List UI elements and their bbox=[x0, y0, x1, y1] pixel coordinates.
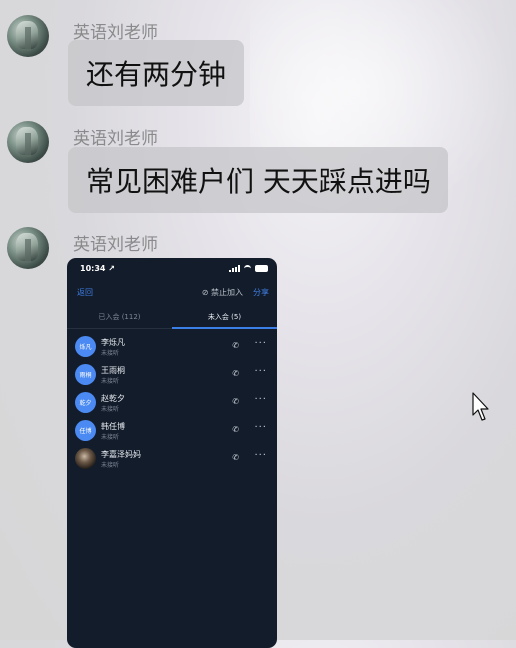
phone-icon[interactable]: ✆ bbox=[232, 425, 239, 434]
message-bubble[interactable]: 还有两分钟 bbox=[68, 40, 244, 106]
phone-icon[interactable]: ✆ bbox=[232, 453, 239, 462]
more-icon[interactable]: ··· bbox=[254, 366, 267, 377]
member-avatar: 乾夕 bbox=[75, 392, 96, 413]
member-status: 未接听 bbox=[101, 406, 120, 413]
signal-icon bbox=[229, 265, 240, 272]
member-row[interactable]: 李嘉泽妈妈 未接听 ✆ ··· bbox=[75, 448, 267, 470]
battery-icon bbox=[255, 265, 268, 272]
member-status: 未接听 bbox=[101, 378, 120, 385]
sender-avatar[interactable] bbox=[7, 227, 49, 269]
member-row[interactable]: 烁凡 李烁凡 未接听 ✆ ··· bbox=[75, 336, 267, 358]
status-time: 10:34 ↗ bbox=[80, 264, 115, 273]
sender-avatar[interactable] bbox=[7, 121, 49, 163]
phone-icon[interactable]: ✆ bbox=[232, 397, 239, 406]
more-icon[interactable]: ··· bbox=[254, 338, 267, 349]
member-name: 李嘉泽妈妈 bbox=[101, 450, 141, 459]
wifi-icon bbox=[244, 265, 251, 272]
member-name: 韩任博 bbox=[101, 422, 125, 431]
tab-not-joined[interactable]: 未入会 (5) bbox=[172, 306, 277, 329]
message-bubble[interactable]: 常见困难户们 天天踩点进吗 bbox=[68, 147, 448, 213]
ban-join-label: 禁止加入 bbox=[211, 288, 243, 297]
status-icons bbox=[229, 265, 268, 272]
member-row[interactable]: 雨桐 王雨桐 未接听 ✆ ··· bbox=[75, 364, 267, 386]
member-avatar: 任博 bbox=[75, 420, 96, 441]
share-link[interactable]: 分享 bbox=[253, 287, 269, 298]
member-status: 未接听 bbox=[101, 350, 120, 357]
member-name: 王雨桐 bbox=[101, 366, 125, 375]
phone-nav-bar: 返回 ⊘ 禁止加入 分享 bbox=[77, 287, 269, 298]
more-icon[interactable]: ··· bbox=[254, 422, 267, 433]
ban-join-toggle[interactable]: ⊘ 禁止加入 bbox=[202, 287, 243, 298]
sender-name: 英语刘老师 bbox=[73, 129, 158, 149]
member-status: 未接听 bbox=[101, 434, 120, 441]
more-icon[interactable]: ··· bbox=[254, 450, 267, 461]
member-name: 李烁凡 bbox=[101, 338, 125, 347]
member-status: 未接听 bbox=[101, 462, 120, 469]
more-icon[interactable]: ··· bbox=[254, 394, 267, 405]
phone-icon[interactable]: ✆ bbox=[232, 341, 239, 350]
member-avatar bbox=[75, 448, 96, 469]
phone-icon[interactable]: ✆ bbox=[232, 369, 239, 378]
lock-icon: ⊘ bbox=[201, 288, 209, 297]
member-row[interactable]: 乾夕 赵乾夕 未接听 ✆ ··· bbox=[75, 392, 267, 414]
mouse-cursor-icon bbox=[472, 392, 489, 421]
tab-joined[interactable]: 已入会 (112) bbox=[67, 306, 172, 328]
member-row[interactable]: 任博 韩任博 未接听 ✆ ··· bbox=[75, 420, 267, 442]
member-avatar: 烁凡 bbox=[75, 336, 96, 357]
member-avatar: 雨桐 bbox=[75, 364, 96, 385]
member-tabs: 已入会 (112) 未入会 (5) bbox=[67, 306, 277, 329]
sender-avatar[interactable] bbox=[7, 15, 49, 57]
sender-name: 英语刘老师 bbox=[73, 235, 158, 255]
screenshot-image-message[interactable]: 10:34 ↗ 返回 ⊘ 禁止加入 分享 已入会 (112) 未入会 (5) 烁… bbox=[67, 258, 277, 648]
back-link[interactable]: 返回 bbox=[77, 287, 202, 298]
member-name: 赵乾夕 bbox=[101, 394, 125, 403]
